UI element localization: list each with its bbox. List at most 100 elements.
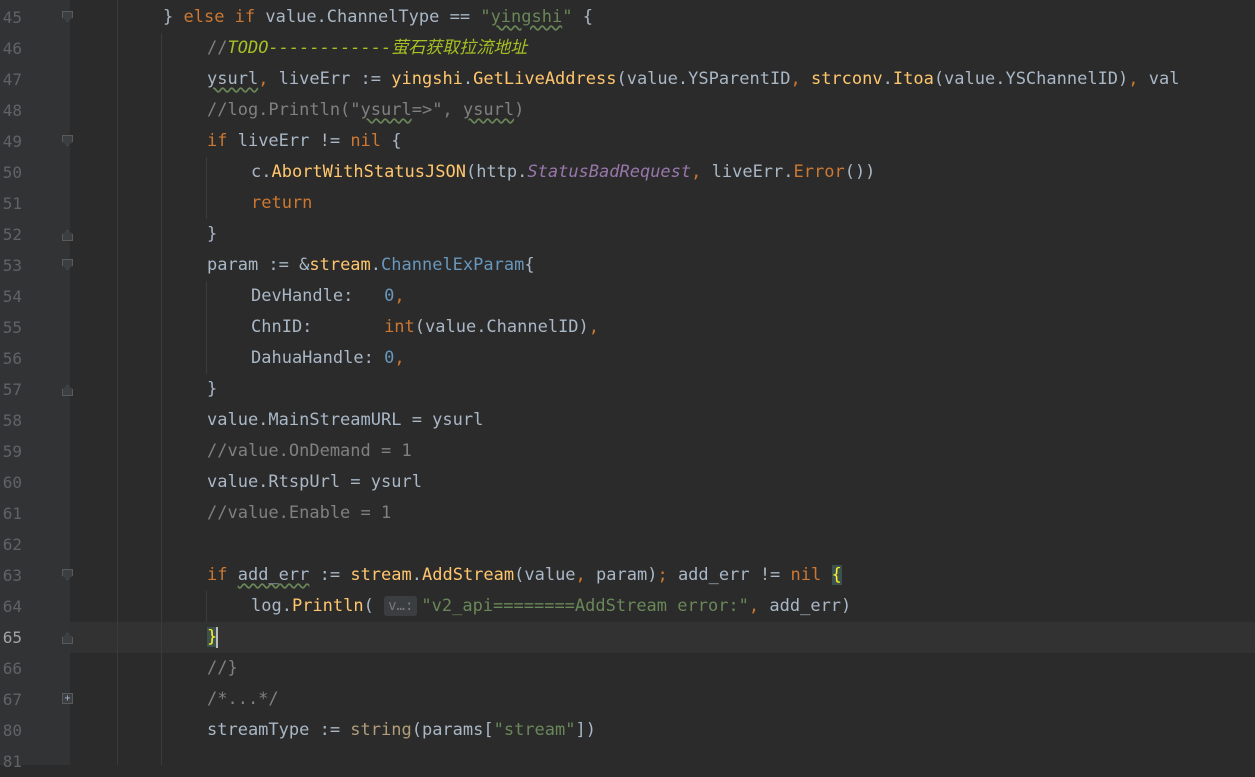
code-token: streamType := [207, 720, 351, 740]
code-token: // [207, 38, 228, 58]
code-token: ChannelExParam [381, 255, 525, 275]
line-number[interactable]: 62 [0, 529, 22, 560]
code-token: =>", [411, 100, 463, 120]
code-token: " [480, 7, 491, 27]
fold-icon[interactable] [62, 569, 73, 582]
line-number[interactable]: 47 [0, 64, 22, 95]
code-token: , [691, 162, 712, 182]
code-editor[interactable]: 45} else if value.ChannelType == "yingsh… [0, 2, 1255, 777]
code-token: yingshi [391, 69, 463, 89]
code-line[interactable]: 53 param := &stream.ChannelExParam{ [0, 250, 1255, 281]
fold-icon[interactable] [62, 228, 73, 241]
code-line[interactable]: 63 if add_err := stream.AddStream(value, … [0, 560, 1255, 591]
line-number[interactable]: 51 [0, 188, 22, 219]
code-text: param := &stream.ChannelExParam{ [207, 250, 535, 281]
code-token: 0 [384, 348, 395, 368]
code-line[interactable]: 65} [0, 622, 1255, 653]
line-number[interactable]: 67 [0, 684, 22, 715]
code-token: /*...*/ [207, 689, 279, 709]
line-number[interactable]: 56 [0, 343, 22, 374]
line-number[interactable]: 53 [0, 250, 22, 281]
fold-icon[interactable] [62, 383, 73, 396]
text-caret [216, 626, 219, 648]
line-number[interactable]: 45 [0, 2, 22, 33]
code-line[interactable]: 50 c.AbortWithStatusJSON(http.StatusBadRe… [0, 157, 1255, 188]
code-line[interactable]: 59 //value.OnDemand = 1 [0, 436, 1255, 467]
line-number[interactable]: 60 [0, 467, 22, 498]
code-line[interactable]: 57} [0, 374, 1255, 405]
code-token: log. [251, 596, 292, 616]
code-token: , [394, 348, 405, 368]
code-text: } [207, 622, 219, 653]
line-number[interactable]: 59 [0, 436, 22, 467]
line-number[interactable]: 57 [0, 374, 22, 405]
code-token: val [1148, 69, 1180, 89]
line-number[interactable]: 64 [0, 591, 22, 622]
fold-icon[interactable] [62, 11, 73, 24]
code-token: } [207, 224, 218, 244]
code-line[interactable]: 67 /*...*/ [0, 684, 1255, 715]
line-number[interactable]: 66 [0, 653, 22, 684]
code-token: . [462, 69, 474, 89]
code-token: strconv [810, 69, 883, 89]
line-number[interactable]: 61 [0, 498, 22, 529]
code-line[interactable]: 80 streamType := string(params["stream"]) [0, 715, 1255, 746]
code-token: { [572, 7, 593, 27]
line-number[interactable]: 52 [0, 219, 22, 250]
line-number[interactable]: 46 [0, 33, 22, 64]
code-token: GetLiveAddress [473, 69, 617, 89]
code-text: //value.Enable = 1 [207, 498, 391, 529]
line-number[interactable]: 55 [0, 312, 22, 343]
code-text: ChnID: int(value.ChannelID), [251, 312, 599, 343]
code-line[interactable]: 66 //} [0, 653, 1255, 684]
code-token: StatusBadRequest [527, 162, 692, 182]
code-line[interactable]: 54 DevHandle: 0, [0, 281, 1255, 312]
fold-icon[interactable] [62, 631, 73, 644]
code-text: return [251, 188, 312, 219]
code-token: yingshi [490, 7, 563, 27]
code-line[interactable]: 47 ysurl, liveErr := yingshi.GetLiveAddre… [0, 64, 1255, 95]
code-line[interactable]: 45} else if value.ChannelType == "yingsh… [0, 2, 1255, 33]
line-number[interactable]: 65 [0, 622, 22, 653]
line-number[interactable]: 49 [0, 126, 22, 157]
code-text: value.MainStreamURL = ysurl [207, 405, 483, 436]
code-token: nil [790, 565, 822, 585]
code-text: if add_err := stream.AddStream(value, pa… [207, 560, 842, 591]
code-token: , [258, 69, 279, 89]
code-token: return [251, 193, 313, 213]
code-line[interactable]: 58 value.MainStreamURL = ysurl [0, 405, 1255, 436]
code-line[interactable]: 46 //TODO------------萤石获取拉流地址 [0, 33, 1255, 64]
code-token: (value.YSChannelID) [933, 69, 1129, 89]
code-line[interactable]: 52} [0, 219, 1255, 250]
fold-icon[interactable] [62, 259, 73, 272]
expand-fold-icon[interactable] [62, 693, 73, 706]
code-token: DahuaHandle: [251, 348, 385, 368]
line-number[interactable]: 50 [0, 157, 22, 188]
line-number[interactable]: 58 [0, 405, 22, 436]
code-token: , [748, 596, 770, 616]
code-line[interactable]: 55 ChnID: int(value.ChannelID), [0, 312, 1255, 343]
code-token: value.MainStreamURL = ysurl [207, 410, 484, 430]
line-number[interactable]: 81 [0, 746, 22, 777]
code-line[interactable]: 61 //value.Enable = 1 [0, 498, 1255, 529]
code-line[interactable]: 60 value.RtspUrl = ysurl [0, 467, 1255, 498]
code-line[interactable]: 81 [0, 746, 1255, 777]
code-line[interactable]: 51 return [0, 188, 1255, 219]
line-number[interactable]: 63 [0, 560, 22, 591]
code-line[interactable]: 49 if liveErr != nil { [0, 126, 1255, 157]
fold-icon[interactable] [62, 135, 73, 148]
line-number[interactable]: 48 [0, 95, 22, 126]
code-token: string [350, 720, 412, 740]
code-token: Println [291, 596, 364, 616]
code-line[interactable]: 64 log.Println( v…: "v2_api========AddStre… [0, 591, 1255, 622]
code-token: := [309, 565, 351, 585]
code-line[interactable]: 56 DahuaHandle: 0, [0, 343, 1255, 374]
code-text: DevHandle: 0, [251, 281, 405, 312]
code-token: add_err [237, 565, 310, 585]
line-number[interactable]: 80 [0, 715, 22, 746]
code-line[interactable]: 62 [0, 529, 1255, 560]
code-token: { [381, 131, 402, 151]
code-line[interactable]: 48//log.Println("ysurl=>", ysurl) [0, 95, 1255, 126]
line-number[interactable]: 54 [0, 281, 22, 312]
